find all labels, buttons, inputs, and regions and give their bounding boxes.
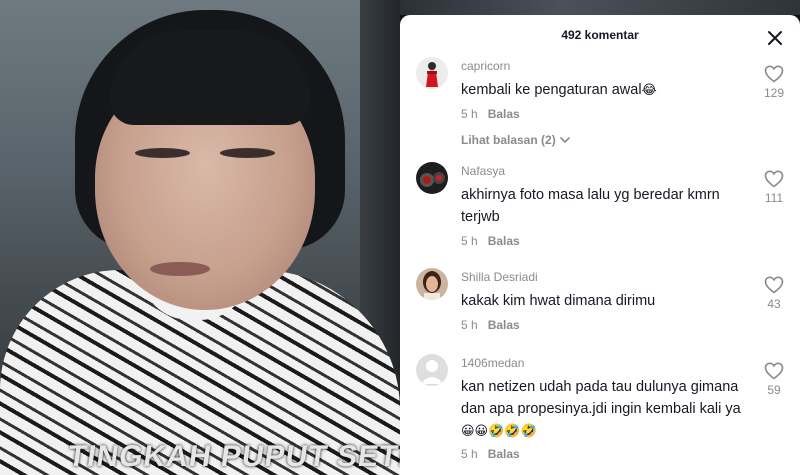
comment-meta: 5 h Balas <box>461 447 520 461</box>
heart-icon <box>764 170 784 188</box>
panel-top-backdrop <box>400 0 800 15</box>
comment-item: capricorn kembali ke pengaturan awal😂 5 … <box>400 57 800 162</box>
comment-emoji: 😂 <box>641 83 657 98</box>
comments-panel: 492 komentar capricorn kembali ke pengat… <box>400 15 800 475</box>
comment-text: kakak kim hwat dimana dirimu <box>461 293 656 309</box>
comment-username[interactable]: Shilla Desriadi <box>461 270 538 284</box>
reply-button[interactable]: Balas <box>488 318 520 332</box>
heart-icon <box>764 65 784 83</box>
like-button[interactable]: 43 <box>757 276 791 311</box>
view-replies-label: Lihat balasan (2) <box>461 133 556 147</box>
reply-button[interactable]: Balas <box>488 234 520 248</box>
comment-username[interactable]: Nafasya <box>461 164 505 178</box>
chevron-down-icon <box>559 137 570 144</box>
comment-item: Shilla Desriadi kakak kim hwat dimana di… <box>400 268 800 353</box>
comment-meta: 5 h Balas <box>461 234 520 248</box>
comment-item: Nafasya akhirnya foto masa lalu yg bered… <box>400 162 800 267</box>
comment-username[interactable]: 1406medan <box>461 356 524 370</box>
comment-text: kembali ke pengaturan awal😂 <box>461 79 746 102</box>
avatar[interactable] <box>416 268 448 300</box>
comment-meta: 5 h Balas <box>461 318 520 332</box>
comment-username[interactable]: capricorn <box>461 59 510 73</box>
comment-text: akhirnya foto masa lalu yg beredar kmrn … <box>461 187 720 225</box>
heart-icon <box>764 276 784 294</box>
video-person-bangs <box>110 30 310 125</box>
video-person-right-eye <box>220 148 275 158</box>
avatar[interactable] <box>416 354 448 386</box>
comment-time: 5 h <box>461 447 478 461</box>
video-person-left-eye <box>135 148 190 158</box>
video-caption-text: TINGKAH PUPUT SETELAH <box>65 440 400 473</box>
reply-button[interactable]: Balas <box>488 447 520 461</box>
comment-text: kan netizen udah pada tau dulunya gimana… <box>461 376 746 443</box>
avatar[interactable] <box>416 162 448 194</box>
video-person-mouth <box>150 262 210 276</box>
like-count: 111 <box>764 191 784 205</box>
view-replies-button[interactable]: Lihat balasan (2) <box>461 133 570 147</box>
comment-time: 5 h <box>461 318 478 332</box>
comments-count-title: 492 komentar <box>561 28 639 42</box>
comments-header: 492 komentar <box>400 15 800 55</box>
comment-time: 5 h <box>461 107 478 121</box>
avatar[interactable] <box>416 57 448 89</box>
comment-text-body: kan netizen udah pada tau dulunya gimana… <box>461 379 741 417</box>
close-icon[interactable] <box>766 29 784 47</box>
like-button[interactable]: 111 <box>757 170 791 205</box>
heart-icon <box>764 362 784 380</box>
comment-emoji: 😀😀🤣🤣🤣 <box>461 424 537 439</box>
comment-meta: 5 h Balas <box>461 107 520 121</box>
like-count: 129 <box>763 86 785 100</box>
comment-time: 5 h <box>461 234 478 248</box>
comment-text-body: kembali ke pengaturan awal <box>461 82 642 98</box>
like-count: 43 <box>767 297 781 311</box>
comment-item: 1406medan kan netizen udah pada tau dulu… <box>400 354 800 475</box>
like-count: 59 <box>767 383 781 397</box>
reply-button[interactable]: Balas <box>488 107 520 121</box>
like-button[interactable]: 59 <box>757 362 791 397</box>
video-player[interactable]: TINGKAH PUPUT SETELAH <box>0 0 400 475</box>
like-button[interactable]: 129 <box>757 65 791 100</box>
